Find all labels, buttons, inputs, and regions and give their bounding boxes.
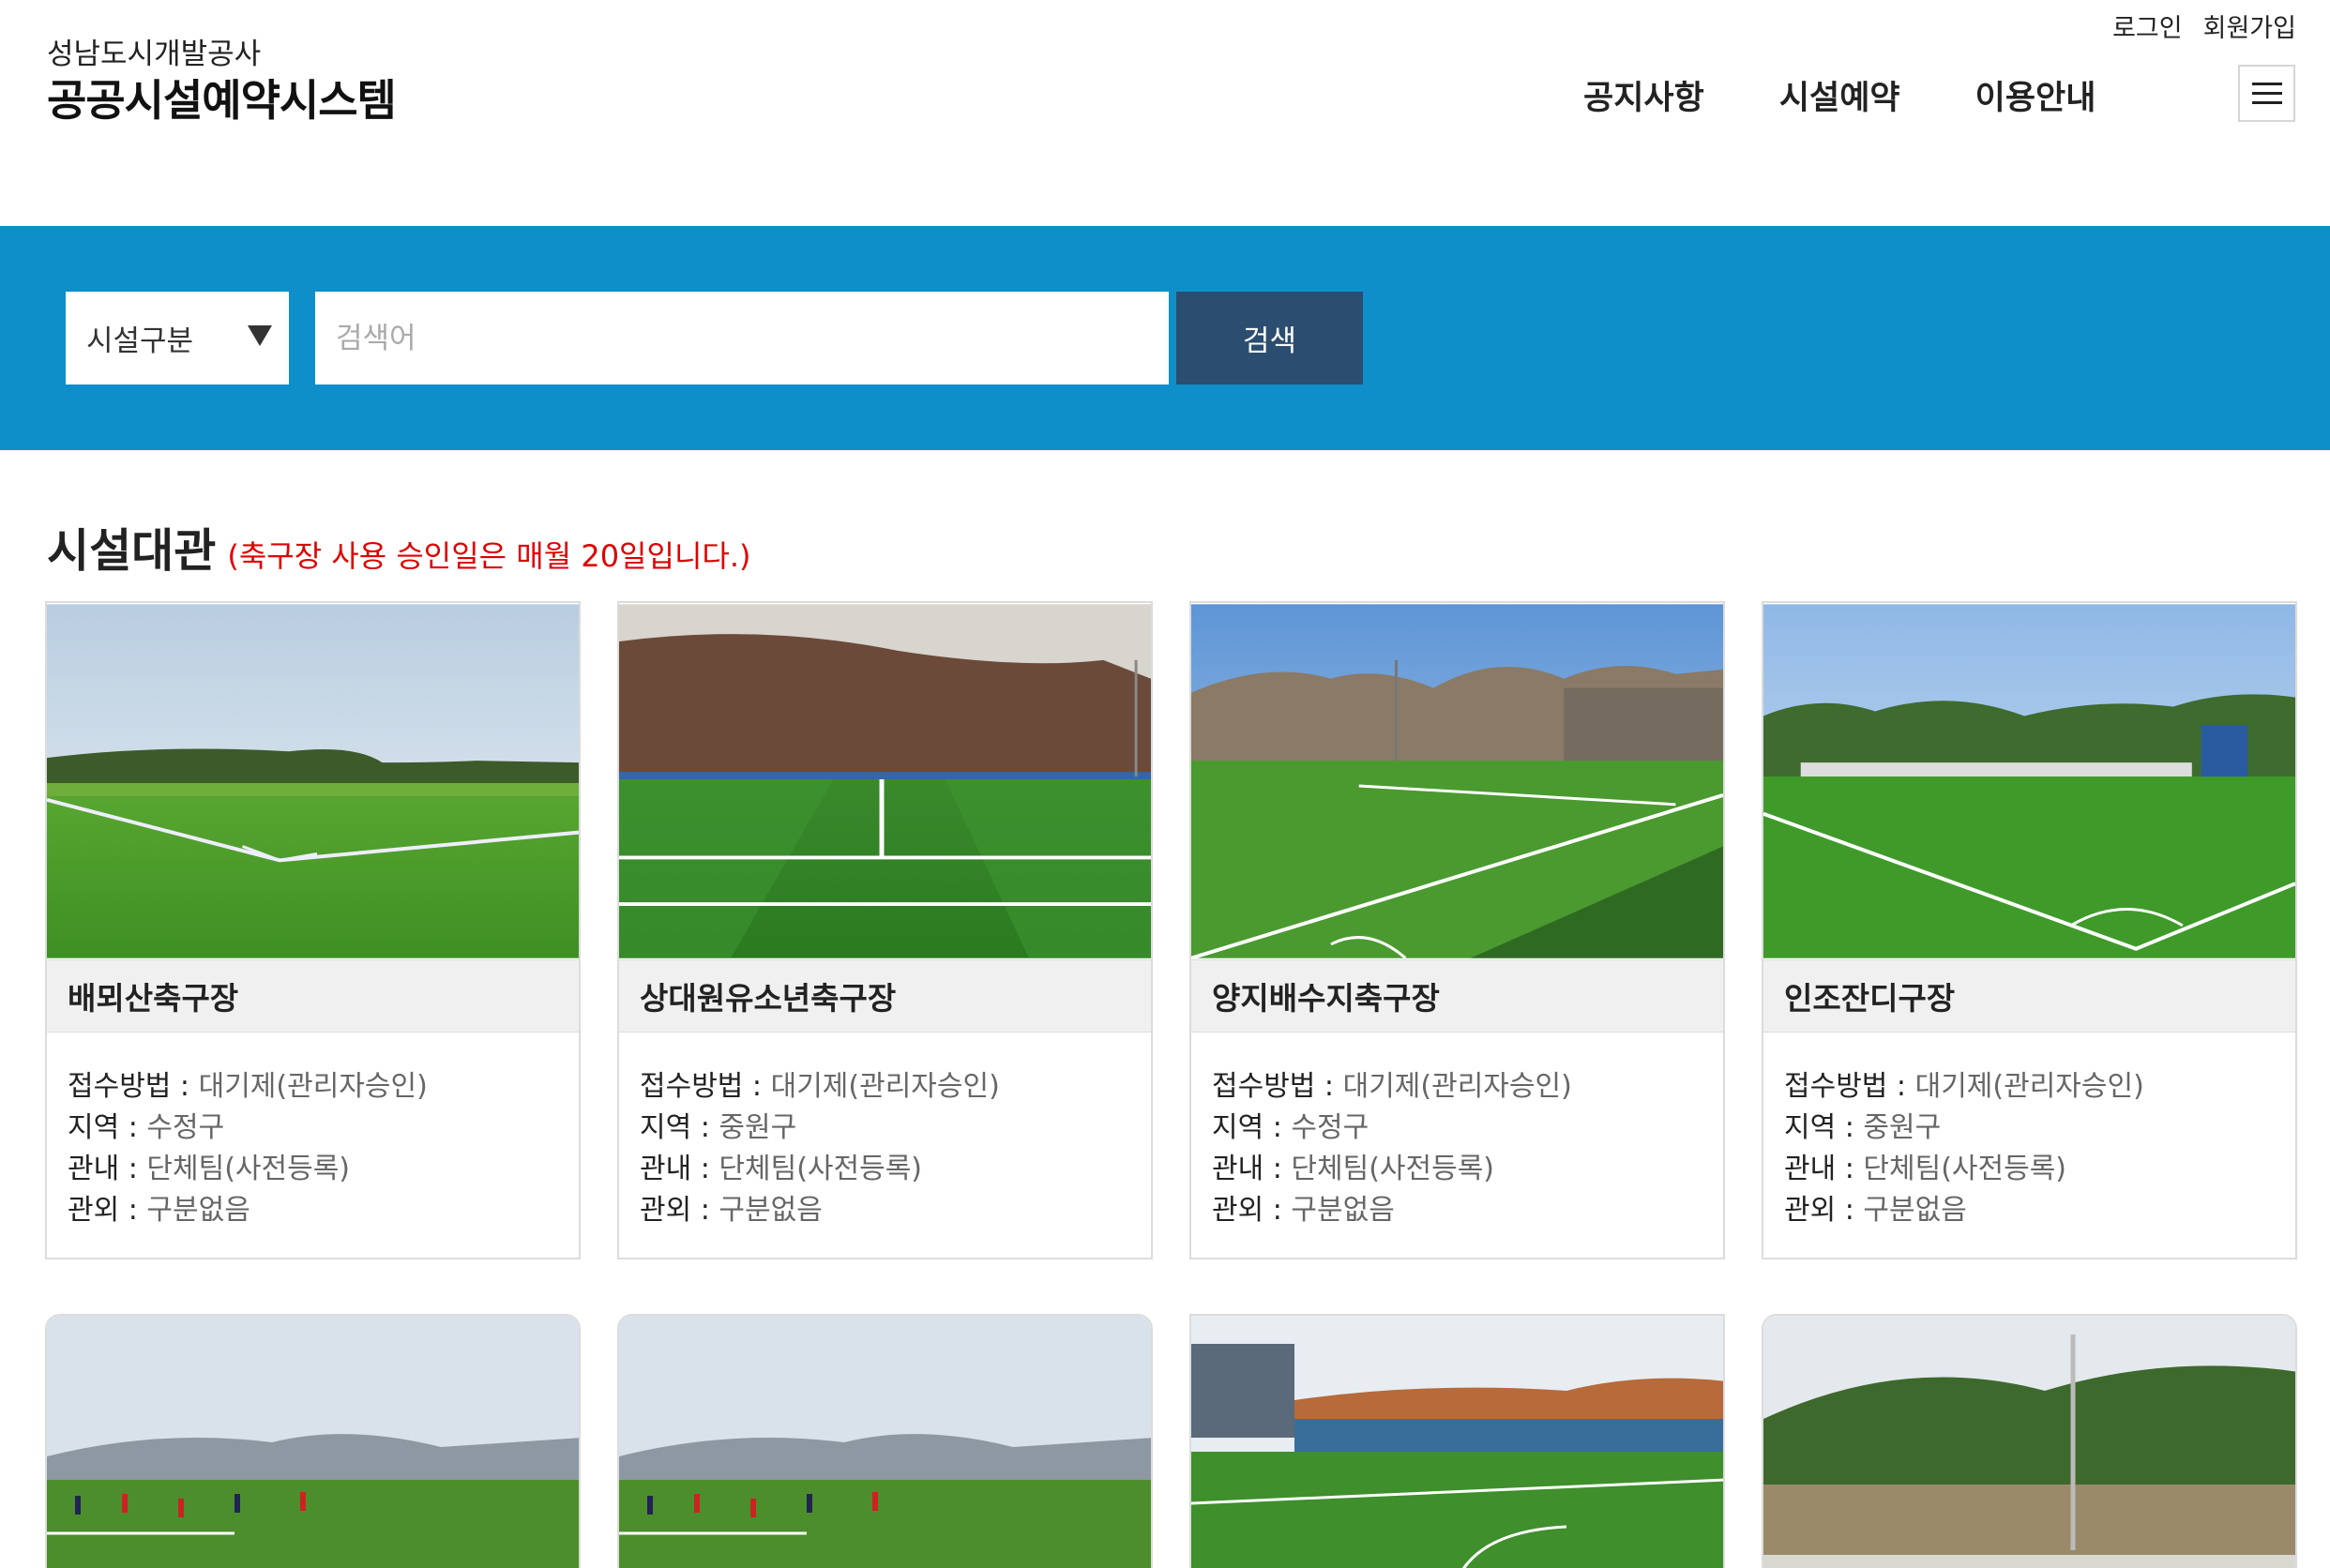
facility-card[interactable]: 인조잔디구장 접수방법 : 대기제(관리자승인) 지역 : 중원구 관내 : 단… xyxy=(1762,601,2297,1259)
facility-photo xyxy=(47,604,579,958)
info-label: 관외 : xyxy=(1784,1194,1864,1227)
info-label: 접수방법 : xyxy=(640,1070,771,1103)
facility-name: 인조잔디구장 xyxy=(1763,959,2295,1033)
facility-photo xyxy=(619,604,1151,958)
info-outside-row: 관외 : 구분없음 xyxy=(640,1190,1130,1231)
nav-guide[interactable]: 이용안내 xyxy=(1975,71,2096,119)
site-logo[interactable]: 성남도시개발공사 공공시설예약시스템 xyxy=(47,36,397,128)
facility-name: 배뫼산축구장 xyxy=(47,959,579,1033)
facility-card-thumbnail[interactable] xyxy=(1762,1314,2297,1568)
facility-info: 접수방법 : 대기제(관리자승인) 지역 : 수정구 관내 : 단체팀(사전등록… xyxy=(1191,1033,1723,1258)
info-label: 관외 : xyxy=(68,1194,147,1227)
facility-photo xyxy=(619,1316,1151,1568)
facility-card-thumbnail[interactable] xyxy=(45,1314,581,1568)
info-label: 관외 : xyxy=(1212,1194,1292,1227)
signup-link[interactable]: 회원가입 xyxy=(2203,8,2296,44)
info-region-row: 지역 : 수정구 xyxy=(68,1108,558,1149)
info-outside-row: 관외 : 구분없음 xyxy=(1212,1190,1702,1231)
facility-photo xyxy=(1191,604,1723,959)
facility-photo xyxy=(1763,1316,2295,1568)
info-method-row: 접수방법 : 대기제(관리자승인) xyxy=(1784,1066,2275,1108)
facility-card-thumbnail[interactable] xyxy=(617,1314,1153,1568)
info-value: 단체팀(사전등록) xyxy=(1863,1153,2066,1185)
info-method-row: 접수방법 : 대기제(관리자승인) xyxy=(68,1066,558,1108)
info-label: 지역 : xyxy=(68,1111,147,1144)
info-label: 지역 : xyxy=(1212,1111,1292,1144)
org-name: 성남도시개발공사 xyxy=(47,38,262,71)
info-value: 중원구 xyxy=(1863,1111,1942,1144)
info-label: 지역 : xyxy=(640,1111,719,1144)
info-inside-row: 관내 : 단체팀(사전등록) xyxy=(68,1149,558,1190)
info-label: 접수방법 : xyxy=(68,1070,199,1103)
search-band: 시설구분 검색 xyxy=(0,226,2330,450)
info-value: 단체팀(사전등록) xyxy=(146,1153,350,1185)
approval-notice: (축구장 사용 승인일은 매월 20일입니다.) xyxy=(227,538,751,574)
info-region-row: 지역 : 수정구 xyxy=(1212,1108,1702,1149)
info-method-row: 접수방법 : 대기제(관리자승인) xyxy=(640,1066,1130,1108)
site-header: 로그인 회원가입 성남도시개발공사 공공시설예약시스템 공지사항 시설예약 이용… xyxy=(0,0,2330,226)
nav-reservation[interactable]: 시설예약 xyxy=(1779,71,1900,119)
info-value: 대기제(관리자승인) xyxy=(770,1070,1000,1103)
facility-photo xyxy=(47,1316,579,1568)
info-value: 수정구 xyxy=(1291,1111,1369,1144)
nav-notice[interactable]: 공지사항 xyxy=(1583,71,1704,119)
section-heading: 시설대관 (축구장 사용 승인일은 매월 20일입니다.) xyxy=(47,514,750,580)
info-value: 구분없음 xyxy=(146,1194,250,1227)
facility-info: 접수방법 : 대기제(관리자승인) 지역 : 중원구 관내 : 단체팀(사전등록… xyxy=(619,1033,1151,1258)
search-button[interactable]: 검색 xyxy=(1176,292,1363,384)
facility-name: 상대원유소년축구장 xyxy=(619,959,1151,1033)
facility-photo xyxy=(1763,604,2295,958)
info-value: 단체팀(사전등록) xyxy=(1291,1153,1494,1185)
section-title: 시설대관 xyxy=(47,524,217,578)
info-label: 접수방법 : xyxy=(1212,1070,1343,1103)
info-value: 수정구 xyxy=(146,1111,225,1144)
info-inside-row: 관내 : 단체팀(사전등록) xyxy=(640,1149,1130,1190)
info-label: 관내 : xyxy=(640,1153,719,1185)
hamburger-menu-icon[interactable] xyxy=(2238,65,2295,122)
info-label: 지역 : xyxy=(1784,1111,1864,1144)
main-nav: 공지사항 시설예약 이용안내 xyxy=(1583,71,2171,119)
facility-card[interactable]: 상대원유소년축구장 접수방법 : 대기제(관리자승인) 지역 : 중원구 관내 … xyxy=(617,601,1153,1259)
info-outside-row: 관외 : 구분없음 xyxy=(68,1190,558,1231)
info-label: 관내 : xyxy=(1212,1153,1292,1185)
login-link[interactable]: 로그인 xyxy=(2112,8,2183,44)
facility-type-select-value: 시설구분 xyxy=(86,324,194,358)
info-label: 관내 : xyxy=(68,1153,147,1185)
info-label: 관외 : xyxy=(640,1194,719,1227)
facility-type-select[interactable]: 시설구분 xyxy=(66,292,289,384)
dropdown-arrow-icon xyxy=(248,325,272,346)
facility-card-thumbnail[interactable] xyxy=(1189,1314,1725,1568)
facility-photo xyxy=(1191,1316,1723,1568)
search-input[interactable] xyxy=(315,292,1169,384)
info-outside-row: 관외 : 구분없음 xyxy=(1784,1190,2275,1231)
facility-name: 양지배수지축구장 xyxy=(1191,959,1723,1033)
info-value: 대기제(관리자승인) xyxy=(1342,1070,1572,1103)
facility-card[interactable]: 배뫼산축구장 접수방법 : 대기제(관리자승인) 지역 : 수정구 관내 : 단… xyxy=(45,601,581,1259)
info-value: 대기제(관리자승인) xyxy=(198,1070,428,1103)
facility-info: 접수방법 : 대기제(관리자승인) 지역 : 중원구 관내 : 단체팀(사전등록… xyxy=(1763,1033,2295,1258)
info-value: 중원구 xyxy=(719,1111,797,1144)
info-method-row: 접수방법 : 대기제(관리자승인) xyxy=(1212,1066,1702,1108)
facility-info: 접수방법 : 대기제(관리자승인) 지역 : 수정구 관내 : 단체팀(사전등록… xyxy=(47,1033,579,1258)
info-value: 구분없음 xyxy=(1291,1194,1395,1227)
info-value: 구분없음 xyxy=(1863,1194,1967,1227)
system-name: 공공시설예약시스템 xyxy=(47,75,397,126)
utility-links: 로그인 회원가입 xyxy=(2112,8,2296,44)
info-label: 관내 : xyxy=(1784,1153,1864,1185)
info-inside-row: 관내 : 단체팀(사전등록) xyxy=(1784,1149,2275,1190)
info-inside-row: 관내 : 단체팀(사전등록) xyxy=(1212,1149,1702,1190)
info-value: 구분없음 xyxy=(719,1194,823,1227)
info-value: 단체팀(사전등록) xyxy=(719,1153,922,1185)
facility-card[interactable]: 양지배수지축구장 접수방법 : 대기제(관리자승인) 지역 : 수정구 관내 :… xyxy=(1189,601,1725,1259)
info-region-row: 지역 : 중원구 xyxy=(1784,1108,2275,1149)
info-label: 접수방법 : xyxy=(1784,1070,1915,1103)
info-region-row: 지역 : 중원구 xyxy=(640,1108,1130,1149)
info-value: 대기제(관리자승인) xyxy=(1914,1070,2144,1103)
